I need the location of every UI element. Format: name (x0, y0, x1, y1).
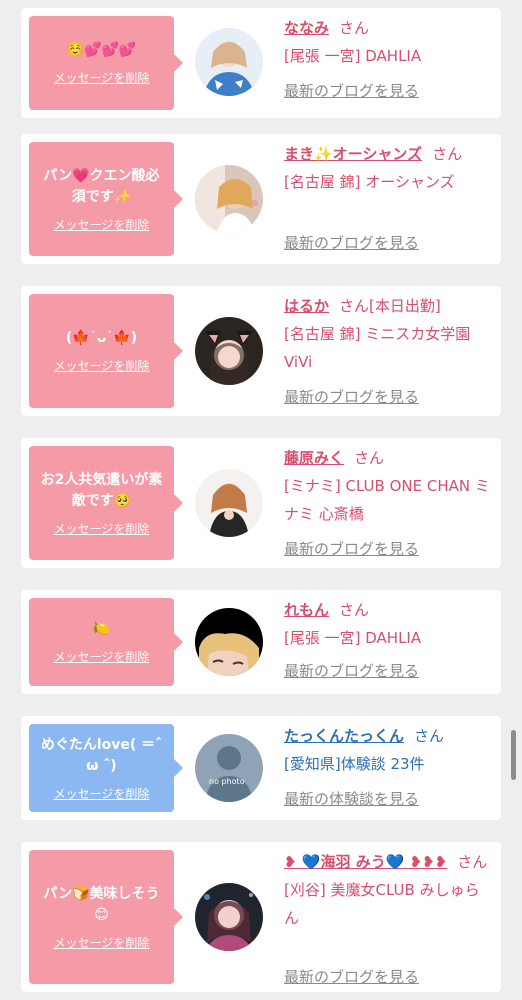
girl-name-link[interactable]: はるか (284, 297, 329, 315)
honorific: さん (457, 853, 488, 871)
honorific: さん (354, 449, 385, 467)
user-name-link[interactable]: たっくんたっくん (284, 727, 404, 745)
girl-name-link[interactable]: ななみ (284, 19, 329, 37)
honorific: さん (432, 145, 463, 163)
girl-name-link[interactable]: 藤原みく (284, 449, 344, 467)
honorific: さん[本日出勤] (339, 297, 441, 315)
latest-blog-link[interactable]: 最新のブログを見る (284, 538, 419, 559)
delete-message-link[interactable]: メッセージを削除 (54, 648, 150, 665)
shop-name: [尾張 一宮] DAHLIA (284, 47, 422, 65)
message-bubble: めぐたんlove( ＝ˆ ω ˆ) メッセージを削除 (29, 724, 183, 812)
girl-name-link[interactable]: まき✨オーシャンズ (284, 145, 422, 163)
shop-name: [ミナミ] CLUB ONE CHAN ミナミ 心斎橋 (284, 477, 490, 523)
avatar[interactable] (195, 165, 263, 233)
delete-message-link[interactable]: メッセージを削除 (54, 785, 150, 802)
profile-info: ❥ 💙海羽 みう💙 ❥❥❥ さん [刈谷] 美魔女CLUB みしゅらん (284, 848, 494, 932)
message-text: パン💗クエン酸必須です✨ (43, 167, 160, 205)
avatar[interactable] (195, 608, 263, 676)
latest-blog-link[interactable]: 最新のブログを見る (284, 80, 419, 101)
list-item: 🍋 メッセージを削除 れもん さん [尾張 一宮] DAHLIA 最新のブログを見… (21, 590, 501, 694)
honorific: さん (339, 19, 370, 37)
scrollbar[interactable] (511, 730, 516, 780)
girl-name-link[interactable]: ❥ 💙海羽 みう💙 ❥❥❥ (284, 853, 447, 871)
shop-name: [尾張 一宮] DAHLIA (284, 629, 422, 647)
profile-info: はるか さん[本日出勤] [名古屋 錦] ミニスカ女学園ViVi (284, 292, 494, 376)
message-bubble: ☺️💕💕💕 メッセージを削除 (29, 16, 183, 110)
message-bubble: お2人共気遣いが素敵です🥺 メッセージを削除 (29, 446, 183, 560)
latest-blog-link[interactable]: 最新のブログを見る (284, 386, 419, 407)
message-text: めぐたんlove( ＝ˆ ω ˆ) (40, 736, 163, 774)
avatar[interactable] (195, 883, 263, 951)
profile-info: 藤原みく さん [ミナミ] CLUB ONE CHAN ミナミ 心斎橋 (284, 444, 494, 528)
message-bubble: パン🍞美味しそう😊 メッセージを削除 (29, 850, 183, 984)
list-item: パン💗クエン酸必須です✨ メッセージを削除 まき✨オーシャンズ さん [名古屋 錦… (21, 134, 501, 264)
message-bubble: (🍁˙ᴗ˙🍁) メッセージを削除 (29, 294, 183, 408)
list-item: お2人共気遣いが素敵です🥺 メッセージを削除 藤原みく さん [ミナミ] CLUB… (21, 438, 501, 568)
profile-info: たっくんたっくん さん [愛知県]体験談 23件 (284, 722, 494, 778)
delete-message-link[interactable]: メッセージを削除 (54, 69, 150, 86)
profile-info: れもん さん [尾張 一宮] DAHLIA (284, 596, 494, 652)
message-text: ☺️💕💕💕 (66, 42, 137, 58)
message-text: パン🍞美味しそう😊 (43, 885, 160, 923)
profile-info: まき✨オーシャンズ さん [名古屋 錦] オーシャンズ (284, 140, 494, 196)
honorific: さん (414, 727, 445, 745)
delete-message-link[interactable]: メッセージを削除 (54, 357, 150, 374)
latest-blog-link[interactable]: 最新のブログを見る (284, 232, 419, 253)
latest-blog-link[interactable]: 最新のブログを見る (284, 966, 419, 987)
no-photo-text: no photo (209, 777, 245, 786)
message-text: お2人共気遣いが素敵です🥺 (40, 471, 163, 509)
message-bubble: パン💗クエン酸必須です✨ メッセージを削除 (29, 142, 183, 256)
list-item: (🍁˙ᴗ˙🍁) メッセージを削除 はるか さん[本日出勤] [名古屋 錦] ミニス… (21, 286, 501, 416)
avatar[interactable] (195, 469, 263, 537)
delete-message-link[interactable]: メッセージを削除 (54, 216, 150, 233)
avatar[interactable] (195, 317, 263, 385)
avatar[interactable] (195, 28, 263, 96)
latest-blog-link[interactable]: 最新のブログを見る (284, 660, 419, 681)
shop-name: [刈谷] 美魔女CLUB みしゅらん (284, 881, 480, 927)
message-text: 🍋 (92, 621, 111, 637)
message-bubble: 🍋 メッセージを削除 (29, 598, 183, 686)
message-text: (🍁˙ᴗ˙🍁) (65, 330, 138, 346)
list-item: パン🍞美味しそう😊 メッセージを削除 ❥ 💙海羽 みう💙 ❥❥❥ さん [刈谷] … (21, 842, 501, 992)
delete-message-link[interactable]: メッセージを削除 (54, 520, 150, 537)
honorific: さん (339, 601, 370, 619)
list-item: ☺️💕💕💕 メッセージを削除 ななみ さん [尾張 一宮] DAHLIA 最新のブ… (21, 8, 501, 118)
latest-review-link[interactable]: 最新の体験談を見る (284, 788, 419, 809)
avatar[interactable]: no photo (195, 734, 263, 802)
profile-info: ななみ さん [尾張 一宮] DAHLIA (284, 14, 494, 70)
review-count: [愛知県]体験談 23件 (284, 755, 425, 773)
shop-name: [名古屋 錦] ミニスカ女学園ViVi (284, 325, 471, 371)
list-item: めぐたんlove( ＝ˆ ω ˆ) メッセージを削除 no photo たっくん… (21, 716, 501, 820)
shop-name: [名古屋 錦] オーシャンズ (284, 173, 455, 191)
delete-message-link[interactable]: メッセージを削除 (54, 934, 150, 951)
girl-name-link[interactable]: れもん (284, 601, 329, 619)
